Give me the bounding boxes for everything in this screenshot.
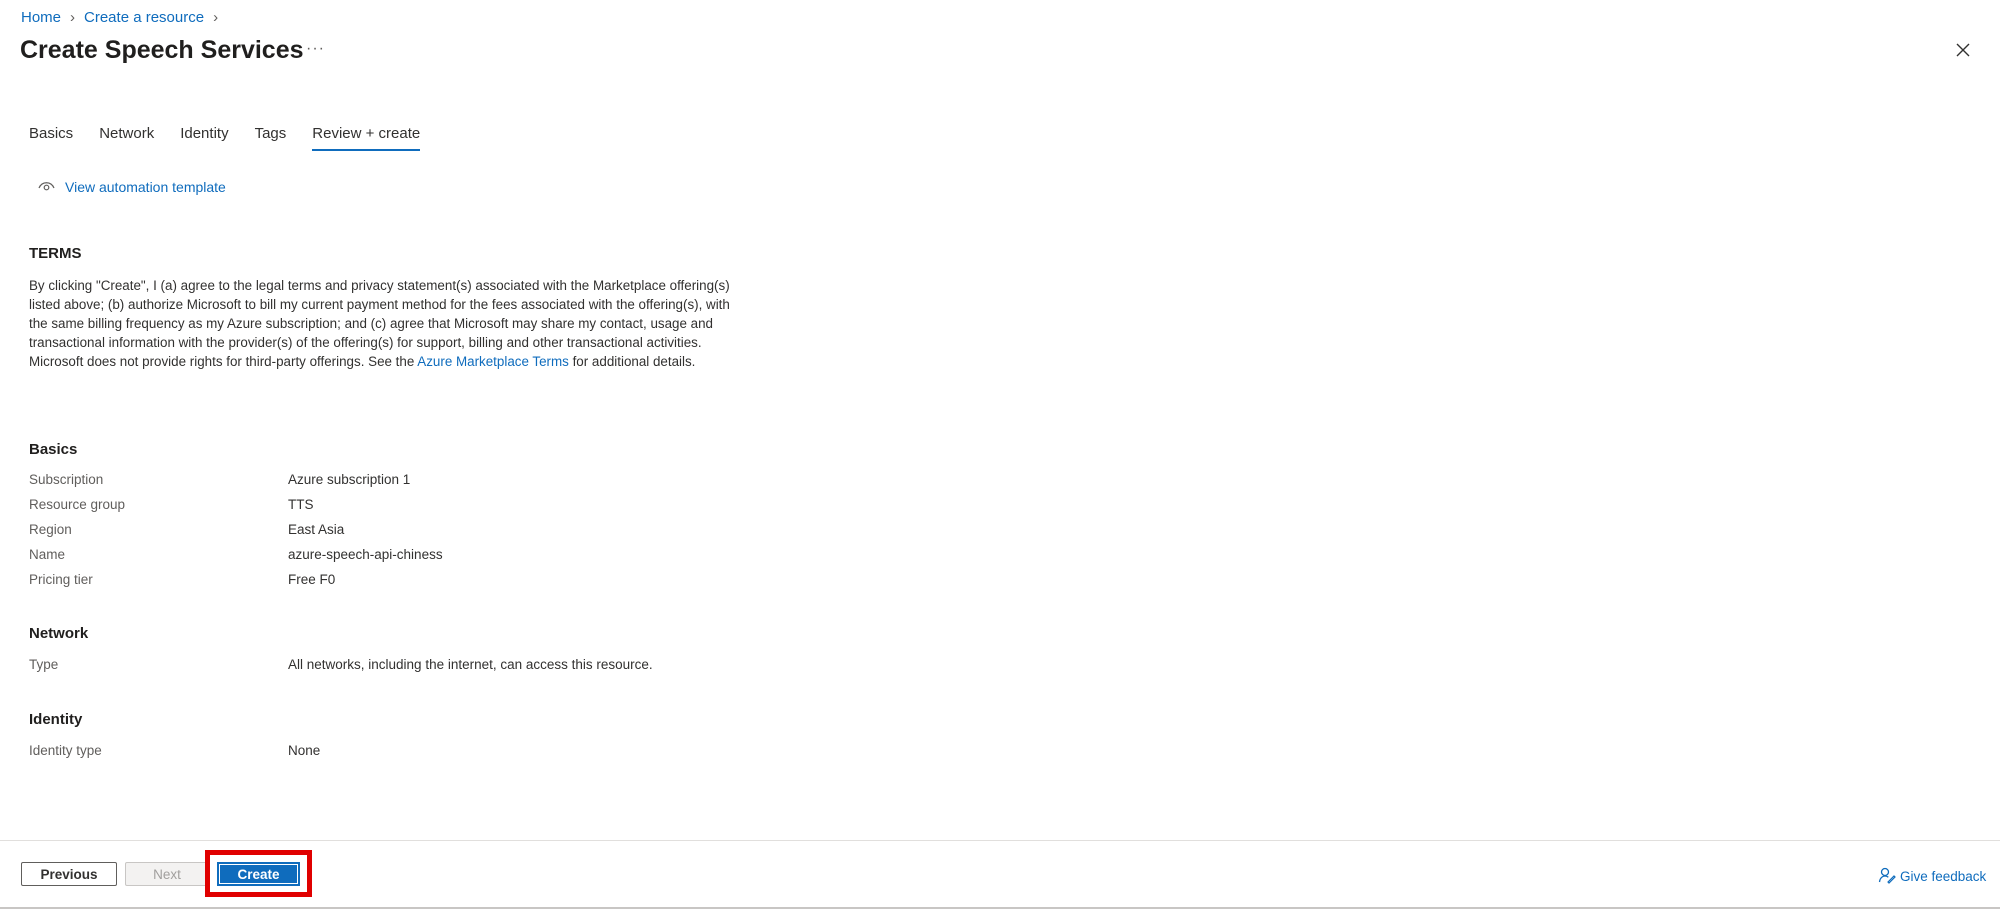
- tab-basics[interactable]: Basics: [29, 125, 73, 151]
- previous-button[interactable]: Previous: [21, 862, 117, 886]
- give-feedback-link[interactable]: Give feedback: [1878, 866, 1986, 887]
- eye-icon: [38, 179, 65, 195]
- chevron-right-icon: ›: [70, 9, 76, 26]
- pricing-tier-label: Pricing tier: [29, 572, 93, 587]
- chevron-right-icon: ›: [213, 9, 219, 26]
- identity-heading: Identity: [29, 711, 83, 728]
- name-label: Name: [29, 547, 66, 562]
- network-type-label: Type: [29, 657, 59, 672]
- identity-type-label: Identity type: [29, 743, 102, 758]
- breadcrumb: Home › Create a resource ›: [21, 9, 227, 26]
- terms-text: By clicking "Create", I (a) agree to the…: [29, 276, 739, 371]
- resource-group-value: TTS: [288, 497, 314, 512]
- create-button[interactable]: Create: [217, 862, 300, 886]
- tab-network[interactable]: Network: [99, 125, 154, 151]
- name-value: azure-speech-api-chiness: [288, 547, 443, 562]
- view-automation-template-link[interactable]: View automation template: [38, 179, 226, 195]
- subscription-label: Subscription: [29, 472, 104, 487]
- tab-bar: Basics Network Identity Tags Review + cr…: [29, 125, 446, 151]
- region-label: Region: [29, 522, 72, 537]
- terms-text-after: for additional details.: [568, 354, 696, 369]
- close-icon[interactable]: [1955, 42, 1975, 62]
- feedback-icon: [1878, 866, 1900, 887]
- page-title: Create Speech Services: [20, 36, 304, 64]
- tab-tags[interactable]: Tags: [255, 125, 287, 151]
- tab-identity[interactable]: Identity: [180, 125, 228, 151]
- next-button: Next: [125, 862, 209, 886]
- subscription-value: Azure subscription 1: [288, 472, 411, 487]
- give-feedback-label[interactable]: Give feedback: [1900, 869, 1986, 884]
- azure-marketplace-terms-link[interactable]: Azure Marketplace Terms: [417, 354, 569, 369]
- network-heading: Network: [29, 625, 89, 642]
- resource-group-label: Resource group: [29, 497, 126, 512]
- breadcrumb-home-link[interactable]: Home: [21, 9, 61, 26]
- basics-heading: Basics: [29, 441, 78, 458]
- breadcrumb-create-resource-link[interactable]: Create a resource: [84, 9, 204, 26]
- region-value: East Asia: [288, 522, 345, 537]
- network-type-value: All networks, including the internet, ca…: [288, 657, 653, 672]
- identity-type-value: None: [288, 743, 321, 758]
- automation-link-label[interactable]: View automation template: [65, 179, 226, 195]
- terms-heading: TERMS: [29, 245, 82, 262]
- pricing-tier-value: Free F0: [288, 572, 336, 587]
- tab-review-create[interactable]: Review + create: [312, 125, 421, 151]
- more-options-icon[interactable]: ···: [306, 40, 325, 58]
